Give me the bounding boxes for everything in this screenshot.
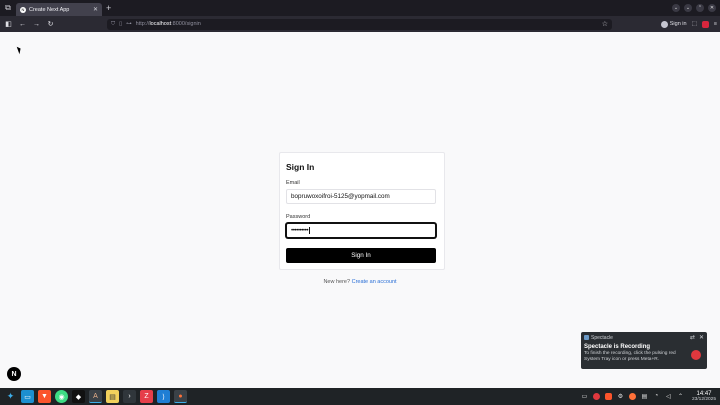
back-arrow-icon[interactable]: ← xyxy=(17,19,28,30)
anthropic-app-icon[interactable]: A xyxy=(89,390,102,403)
notification-message: To finish the recording, click the pulsi… xyxy=(584,351,676,363)
minimize-icon[interactable]: ⌄ xyxy=(684,4,692,12)
forward-arrow-icon[interactable]: → xyxy=(31,19,42,30)
url-bar[interactable]: ⛉ ▯ ⊶ http://localhost:8000/signin ☆ xyxy=(107,18,612,30)
tray-network-icon[interactable]: ◔ xyxy=(653,393,660,400)
account-icon xyxy=(660,20,668,28)
firefox-icon[interactable]: ● xyxy=(174,390,187,403)
menu-hamburger-icon[interactable]: ≡ xyxy=(714,21,717,27)
tray-settings-icon[interactable]: ⚙ xyxy=(617,393,624,400)
taskbar: ✦ ▭ ▼ ◉ ◆ A ▤ › Z ⟩ ● ▭ ⚙ ▤ ◔ ◁ ⌃ 14:47 … xyxy=(0,388,720,405)
android-studio-icon[interactable]: ◉ xyxy=(55,390,68,403)
tab-overview-icon[interactable]: ⧉ xyxy=(0,0,16,16)
notification-settings-icon[interactable]: ⇄ xyxy=(690,334,695,341)
mouse-cursor-icon xyxy=(16,45,23,55)
vscode-icon[interactable]: ⟩ xyxy=(157,390,170,403)
tray-clipboard-icon[interactable]: ▤ xyxy=(641,393,648,400)
tray-brave-icon[interactable] xyxy=(604,392,612,400)
recording-indicator-icon xyxy=(691,350,701,360)
list-tabs-icon[interactable]: ⌄ xyxy=(672,4,680,12)
terminal-icon[interactable]: › xyxy=(123,390,136,403)
notification-title: Spectacle is Recording xyxy=(584,344,651,350)
tray-volume-icon[interactable]: ◁ xyxy=(665,393,672,400)
text-caret xyxy=(309,227,311,234)
tray-recording-icon[interactable] xyxy=(592,392,600,400)
email-label: Email xyxy=(286,180,300,186)
clock-date: 23/12/2025 xyxy=(691,397,716,403)
maximize-icon[interactable]: ⌃ xyxy=(696,4,704,12)
cursor-editor-icon[interactable]: ◆ xyxy=(72,390,85,403)
close-tab-icon[interactable]: ✕ xyxy=(93,6,98,13)
signup-prompt: New here? Create an account xyxy=(323,279,397,285)
shield-icon[interactable]: ⛉ xyxy=(111,21,115,28)
page-info-icon[interactable]: ▯ xyxy=(119,21,122,27)
tray-window-icon[interactable]: ▭ xyxy=(581,393,588,400)
email-value: bopruwoxoifroi-5125@yopmail.com xyxy=(291,193,390,200)
spectacle-app-icon xyxy=(584,335,589,340)
close-window-icon[interactable]: ✕ xyxy=(708,4,716,12)
sticky-notes-icon[interactable]: ▤ xyxy=(106,390,119,403)
browser-tab[interactable]: N Create Next App ✕ xyxy=(16,3,102,16)
tray-expand-icon[interactable]: ⌃ xyxy=(677,393,684,400)
taskbar-clock[interactable]: 14:47 23/12/2025 xyxy=(692,391,716,402)
bookmark-star-icon[interactable]: ☆ xyxy=(602,20,608,28)
extension-red-icon[interactable] xyxy=(701,20,709,28)
password-label: Password xyxy=(286,214,311,220)
brave-browser-icon[interactable]: ▼ xyxy=(38,390,51,403)
password-field[interactable]: •••••••••• xyxy=(286,223,436,238)
permissions-icon[interactable]: ⊶ xyxy=(126,21,132,27)
app-launcher-icon[interactable]: ✦ xyxy=(4,390,17,403)
password-value: •••••••••• xyxy=(291,227,309,234)
file-manager-icon[interactable]: ▭ xyxy=(21,390,34,403)
signin-submit-button[interactable]: Sign In xyxy=(286,248,436,263)
nextjs-favicon-icon: N xyxy=(20,6,26,13)
signin-card: Sign In Email bopruwoxoifroi-5125@yopmai… xyxy=(279,152,445,270)
account-signin-button[interactable]: Sign in xyxy=(660,20,687,28)
reload-icon[interactable]: ↻ xyxy=(45,19,56,30)
notification-close-icon[interactable]: ✕ xyxy=(699,334,704,341)
notification-app-name: Spectacle xyxy=(591,334,613,341)
nextjs-dev-badge[interactable]: N xyxy=(7,367,21,381)
zeal-app-icon[interactable]: Z xyxy=(140,390,153,403)
extensions-icon[interactable]: ⬚ xyxy=(692,21,697,27)
sidebar-toggle-icon[interactable]: ◧ xyxy=(3,19,14,30)
tab-title: Create Next App xyxy=(29,6,70,13)
create-account-link[interactable]: Create an account xyxy=(352,279,397,285)
browser-tab-bar: ⧉ N Create Next App ✕ + ⌄ ⌄ ⌃ ✕ xyxy=(0,0,720,16)
system-tray: ▭ ⚙ ▤ ◔ ◁ ⌃ 14:47 23/12/2025 xyxy=(581,391,716,402)
email-field[interactable]: bopruwoxoifroi-5125@yopmail.com xyxy=(286,189,436,204)
tray-firefox-icon[interactable] xyxy=(628,392,636,400)
browser-nav-bar: ◧ ← → ↻ ⛉ ▯ ⊶ http://localhost:8000/sign… xyxy=(0,16,720,32)
new-tab-icon[interactable]: + xyxy=(106,3,111,13)
url-text: http://localhost:8000/signin xyxy=(135,21,201,27)
signin-heading: Sign In xyxy=(286,162,315,172)
spectacle-notification[interactable]: Spectacle ⇄ ✕ Spectacle is Recording To … xyxy=(581,332,707,369)
